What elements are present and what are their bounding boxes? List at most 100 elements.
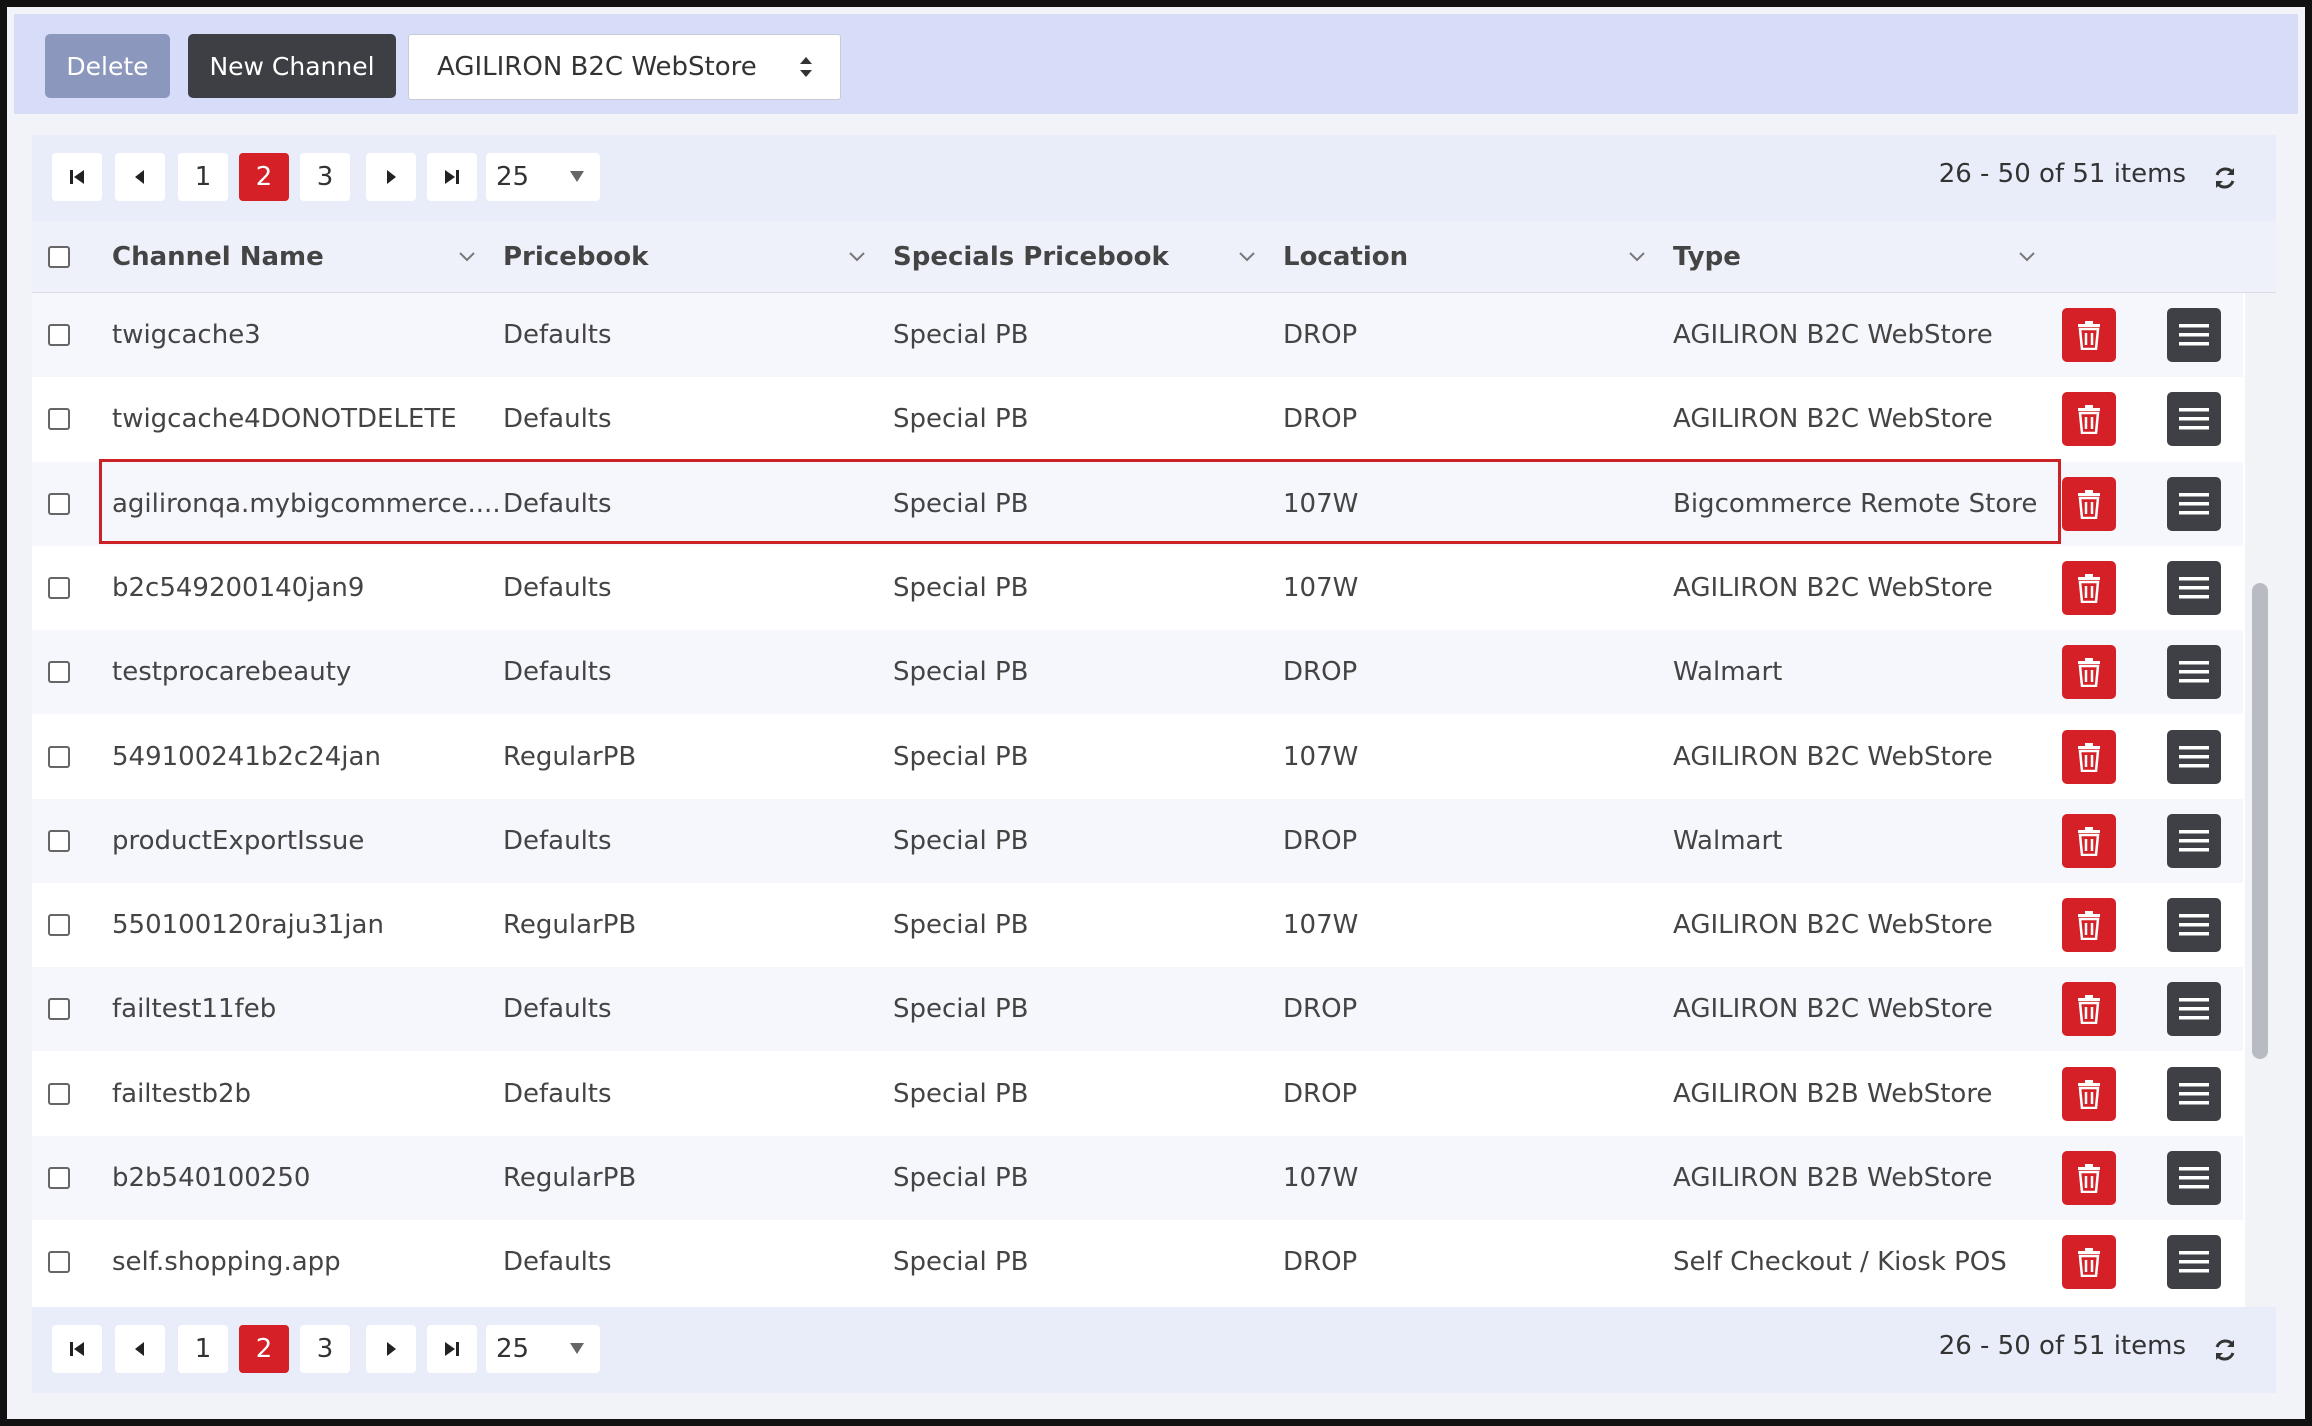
chevron-down-icon[interactable] bbox=[1629, 252, 1645, 262]
row-checkbox[interactable] bbox=[48, 914, 70, 936]
menu-icon bbox=[2179, 1083, 2209, 1105]
delete-row-button[interactable] bbox=[2062, 645, 2116, 699]
column-header-channel-name[interactable]: Channel Name bbox=[112, 221, 324, 293]
row-menu-button[interactable] bbox=[2167, 308, 2221, 362]
cell-channel-name[interactable]: failtestb2b bbox=[112, 1052, 251, 1136]
row-menu-button[interactable] bbox=[2167, 392, 2221, 446]
first-page-icon[interactable] bbox=[52, 153, 102, 201]
table-row[interactable]: 549100241b2c24jan RegularPB Special PB 107W… bbox=[32, 715, 2243, 799]
cell-channel-name[interactable]: agilironqa.mybigcommerce.... bbox=[112, 462, 501, 546]
table-row[interactable]: failtest11feb Defaults Special PB DROP AGILI… bbox=[32, 967, 2243, 1051]
refresh-icon[interactable] bbox=[2212, 1337, 2238, 1363]
chevron-down-icon[interactable] bbox=[1239, 252, 1255, 262]
row-menu-button[interactable] bbox=[2167, 645, 2221, 699]
channel-type-select[interactable]: AGILIRON B2C WebStore bbox=[408, 34, 841, 100]
table-row[interactable]: testprocarebeauty Defaults Special PB DROP W… bbox=[32, 630, 2243, 714]
row-checkbox[interactable] bbox=[48, 577, 70, 599]
page-size-select[interactable]: 25 bbox=[486, 153, 600, 201]
table-row[interactable]: agilironqa.mybigcommerce.... Defaults Spec… bbox=[32, 462, 2243, 546]
select-all-checkbox[interactable] bbox=[48, 246, 70, 268]
row-checkbox[interactable] bbox=[48, 746, 70, 768]
column-header-location[interactable]: Location bbox=[1283, 221, 1408, 293]
cell-channel-name[interactable]: b2b540100250 bbox=[112, 1136, 310, 1220]
row-checkbox[interactable] bbox=[48, 408, 70, 430]
row-checkbox[interactable] bbox=[48, 830, 70, 852]
delete-button[interactable]: Delete bbox=[45, 34, 170, 98]
row-menu-button[interactable] bbox=[2167, 1067, 2221, 1121]
refresh-icon[interactable] bbox=[2212, 165, 2238, 191]
row-menu-button[interactable] bbox=[2167, 814, 2221, 868]
column-header-specials-pricebook[interactable]: Specials Pricebook bbox=[893, 221, 1169, 293]
last-page-icon[interactable] bbox=[427, 153, 477, 201]
new-channel-button[interactable]: New Channel bbox=[188, 34, 396, 98]
table-row[interactable]: b2b540100250 RegularPB Special PB 107W AGILI… bbox=[32, 1136, 2243, 1220]
page-1-button[interactable]: 1 bbox=[178, 153, 228, 201]
first-page-icon[interactable] bbox=[52, 1325, 102, 1373]
page-2-button[interactable]: 2 bbox=[239, 1325, 289, 1373]
row-checkbox[interactable] bbox=[48, 324, 70, 346]
delete-row-button[interactable] bbox=[2062, 1151, 2116, 1205]
row-checkbox[interactable] bbox=[48, 661, 70, 683]
row-menu-button[interactable] bbox=[2167, 561, 2221, 615]
page-2-button[interactable]: 2 bbox=[239, 153, 289, 201]
cell-channel-name[interactable]: self.shopping.app bbox=[112, 1220, 341, 1304]
table-row[interactable]: productExportIssue Defaults Special PB DROP… bbox=[32, 799, 2243, 883]
delete-row-button[interactable] bbox=[2062, 898, 2116, 952]
table-row[interactable]: 550100120raju31jan RegularPB Special PB 107… bbox=[32, 883, 2243, 967]
table-row[interactable]: b2c549200140jan9 Defaults Special PB 107W AG… bbox=[32, 546, 2243, 630]
cell-specials-pricebook: Special PB bbox=[893, 994, 1029, 1024]
delete-row-button[interactable] bbox=[2062, 477, 2116, 531]
delete-row-button[interactable] bbox=[2062, 730, 2116, 784]
chevron-down-icon[interactable] bbox=[2019, 252, 2035, 262]
delete-row-button[interactable] bbox=[2062, 308, 2116, 362]
row-menu-button[interactable] bbox=[2167, 982, 2221, 1036]
scrollbar-thumb[interactable] bbox=[2252, 583, 2268, 1059]
delete-row-button[interactable] bbox=[2062, 1067, 2116, 1121]
column-header-pricebook[interactable]: Pricebook bbox=[503, 221, 648, 293]
cell-location: DROP bbox=[1283, 657, 1358, 687]
row-menu-button[interactable] bbox=[2167, 1235, 2221, 1289]
pager-bottom: 1 2 3 25 26 - 50 of 51 items bbox=[32, 1307, 2276, 1393]
cell-specials-pricebook: Special PB bbox=[893, 1247, 1029, 1277]
delete-row-button[interactable] bbox=[2062, 392, 2116, 446]
cell-channel-name[interactable]: b2c549200140jan9 bbox=[112, 546, 364, 630]
cell-channel-name[interactable]: 550100120raju31jan bbox=[112, 883, 384, 967]
page-size-select[interactable]: 25 bbox=[486, 1325, 600, 1373]
row-menu-button[interactable] bbox=[2167, 898, 2221, 952]
next-page-icon[interactable] bbox=[366, 1325, 416, 1373]
next-page-icon[interactable] bbox=[366, 153, 416, 201]
cell-channel-name[interactable]: twigcache4DONOTDELETE bbox=[112, 377, 457, 461]
row-checkbox[interactable] bbox=[48, 1167, 70, 1189]
table-row[interactable]: self.shopping.app Defaults Special PB DROP S… bbox=[32, 1220, 2243, 1304]
cell-channel-name[interactable]: productExportIssue bbox=[112, 799, 364, 883]
chevron-down-icon[interactable] bbox=[849, 252, 865, 262]
delete-row-button[interactable] bbox=[2062, 561, 2116, 615]
delete-row-button[interactable] bbox=[2062, 1235, 2116, 1289]
prev-page-icon[interactable] bbox=[115, 153, 165, 201]
delete-row-button[interactable] bbox=[2062, 814, 2116, 868]
row-checkbox[interactable] bbox=[48, 493, 70, 515]
menu-icon bbox=[2179, 914, 2209, 936]
page-1-button[interactable]: 1 bbox=[178, 1325, 228, 1373]
table-row[interactable]: twigcache3 Defaults Special PB DROP AGILIRON… bbox=[32, 293, 2243, 377]
prev-page-icon[interactable] bbox=[115, 1325, 165, 1373]
page-3-button[interactable]: 3 bbox=[300, 153, 350, 201]
row-checkbox[interactable] bbox=[48, 998, 70, 1020]
column-header-type[interactable]: Type bbox=[1673, 221, 1741, 293]
row-menu-button[interactable] bbox=[2167, 1151, 2221, 1205]
chevron-down-icon[interactable] bbox=[459, 252, 475, 262]
cell-channel-name[interactable]: 549100241b2c24jan bbox=[112, 715, 381, 799]
row-checkbox[interactable] bbox=[48, 1251, 70, 1273]
cell-channel-name[interactable]: twigcache3 bbox=[112, 293, 261, 377]
last-page-icon[interactable] bbox=[427, 1325, 477, 1373]
row-menu-button[interactable] bbox=[2167, 477, 2221, 531]
trash-icon bbox=[2078, 827, 2100, 856]
row-menu-button[interactable] bbox=[2167, 730, 2221, 784]
cell-channel-name[interactable]: failtest11feb bbox=[112, 967, 276, 1051]
cell-channel-name[interactable]: testprocarebeauty bbox=[112, 630, 351, 714]
table-row[interactable]: failtestb2b Defaults Special PB DROP AGILIRO… bbox=[32, 1052, 2243, 1136]
delete-row-button[interactable] bbox=[2062, 982, 2116, 1036]
row-checkbox[interactable] bbox=[48, 1083, 70, 1105]
table-row[interactable]: twigcache4DONOTDELETE Defaults Special PB D… bbox=[32, 377, 2243, 461]
page-3-button[interactable]: 3 bbox=[300, 1325, 350, 1373]
